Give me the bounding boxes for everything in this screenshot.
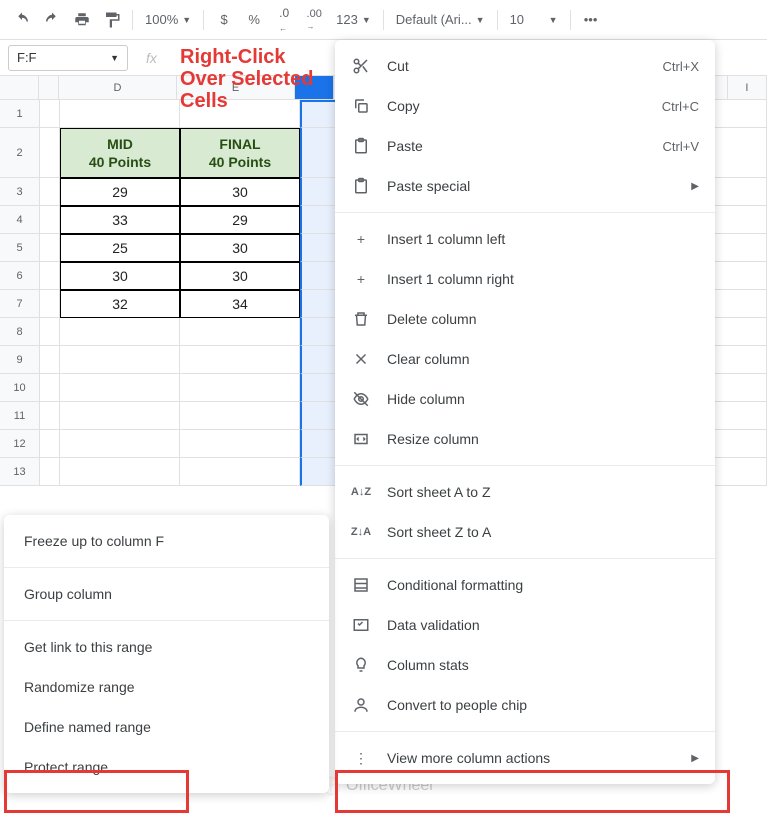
context-submenu: Freeze up to column F Group column Get l… [4, 515, 329, 793]
row-header[interactable]: 9 [0, 346, 40, 374]
cell-final[interactable]: 30 [180, 262, 300, 290]
cell-final[interactable]: 30 [180, 234, 300, 262]
row-header[interactable]: 5 [0, 234, 40, 262]
cell-final[interactable]: 30 [180, 178, 300, 206]
decrease-decimal-button[interactable]: .0← [270, 6, 298, 34]
ctx-copy[interactable]: CopyCtrl+C [335, 86, 715, 126]
sub-get-link[interactable]: Get link to this range [4, 627, 329, 667]
percent-button[interactable]: % [240, 6, 268, 34]
cell-mid[interactable]: 33 [60, 206, 180, 234]
eye-off-icon [351, 389, 371, 409]
ctx-view-more[interactable]: ⋮View more column actions▶ [335, 738, 715, 778]
paint-format-button[interactable] [98, 6, 126, 34]
redo-button[interactable] [38, 6, 66, 34]
column-header[interactable] [39, 76, 59, 99]
ctx-insert-left[interactable]: +Insert 1 column left [335, 219, 715, 259]
ctx-sort-za[interactable]: Z↓ASort sheet Z to A [335, 512, 715, 552]
annotation-overlay: Right-Click Over Selected Cells [180, 46, 313, 112]
separator [203, 10, 204, 30]
ctx-paste-special[interactable]: Paste special▶ [335, 166, 715, 206]
ctx-hide-column[interactable]: Hide column [335, 379, 715, 419]
person-icon [351, 695, 371, 715]
sub-group[interactable]: Group column [4, 574, 329, 614]
toolbar: 100%▼ $ % .0← .00→ 123▼ Default (Ari...▼… [0, 0, 767, 40]
trash-icon [351, 309, 371, 329]
font-size-dropdown[interactable]: 10▼ [504, 6, 564, 34]
increase-decimal-button[interactable]: .00→ [300, 6, 328, 34]
separator [570, 10, 571, 30]
paste-icon [351, 136, 371, 156]
more-icon: ⋮ [351, 748, 371, 768]
sub-protect-range[interactable]: Protect range [4, 747, 329, 787]
currency-button[interactable]: $ [210, 6, 238, 34]
sub-randomize[interactable]: Randomize range [4, 667, 329, 707]
sort-za-icon: Z↓A [351, 522, 371, 542]
plus-icon: + [351, 269, 371, 289]
more-button[interactable]: ••• [577, 6, 605, 34]
header-cell-final[interactable]: FINAL40 Points [180, 128, 300, 178]
row-header[interactable]: 6 [0, 262, 40, 290]
plus-icon: + [351, 229, 371, 249]
ctx-insert-right[interactable]: +Insert 1 column right [335, 259, 715, 299]
undo-button[interactable] [8, 6, 36, 34]
cell-final[interactable]: 29 [180, 206, 300, 234]
cell-mid[interactable]: 30 [60, 262, 180, 290]
ctx-resize-column[interactable]: Resize column [335, 419, 715, 459]
select-all-corner[interactable] [0, 76, 39, 99]
ctx-column-stats[interactable]: Column stats [335, 645, 715, 685]
cell-final[interactable]: 34 [180, 290, 300, 318]
sort-az-icon: A↓Z [351, 482, 371, 502]
column-header-i[interactable]: I [728, 76, 767, 99]
row-header[interactable]: 3 [0, 178, 40, 206]
row-header[interactable]: 8 [0, 318, 40, 346]
row-header[interactable]: 2 [0, 128, 40, 178]
row-header[interactable]: 11 [0, 402, 40, 430]
data-validation-icon [351, 615, 371, 635]
sub-freeze[interactable]: Freeze up to column F [4, 521, 329, 561]
separator [383, 10, 384, 30]
ctx-paste[interactable]: PasteCtrl+V [335, 126, 715, 166]
row-header[interactable]: 1 [0, 100, 40, 128]
cell-mid[interactable]: 32 [60, 290, 180, 318]
fx-label: fx [146, 50, 157, 66]
cell-mid[interactable]: 25 [60, 234, 180, 262]
row-header[interactable]: 4 [0, 206, 40, 234]
lightbulb-icon [351, 655, 371, 675]
resize-icon [351, 429, 371, 449]
ctx-conditional-formatting[interactable]: Conditional formatting [335, 565, 715, 605]
column-header-d[interactable]: D [59, 76, 177, 99]
row-header[interactable]: 12 [0, 430, 40, 458]
copy-icon [351, 96, 371, 116]
sub-named-range[interactable]: Define named range [4, 707, 329, 747]
context-menu: CutCtrl+X CopyCtrl+C PasteCtrl+V Paste s… [335, 40, 715, 784]
ctx-clear-column[interactable]: Clear column [335, 339, 715, 379]
ctx-delete-column[interactable]: Delete column [335, 299, 715, 339]
number-format-dropdown[interactable]: 123▼ [330, 6, 377, 34]
cell-mid[interactable]: 29 [60, 178, 180, 206]
separator [497, 10, 498, 30]
ctx-people-chip[interactable]: Convert to people chip [335, 685, 715, 725]
separator [132, 10, 133, 30]
scissors-icon [351, 56, 371, 76]
row-header[interactable]: 7 [0, 290, 40, 318]
ctx-data-validation[interactable]: Data validation [335, 605, 715, 645]
paste-special-icon [351, 176, 371, 196]
cond-format-icon [351, 575, 371, 595]
font-dropdown[interactable]: Default (Ari...▼ [390, 6, 491, 34]
zoom-dropdown[interactable]: 100%▼ [139, 6, 197, 34]
name-box[interactable]: F:F▼ [8, 45, 128, 71]
x-icon [351, 349, 371, 369]
print-button[interactable] [68, 6, 96, 34]
row-header[interactable]: 13 [0, 458, 40, 486]
ctx-sort-az[interactable]: A↓ZSort sheet A to Z [335, 472, 715, 512]
ctx-cut[interactable]: CutCtrl+X [335, 46, 715, 86]
row-header[interactable]: 10 [0, 374, 40, 402]
header-cell-mid[interactable]: MID40 Points [60, 128, 180, 178]
